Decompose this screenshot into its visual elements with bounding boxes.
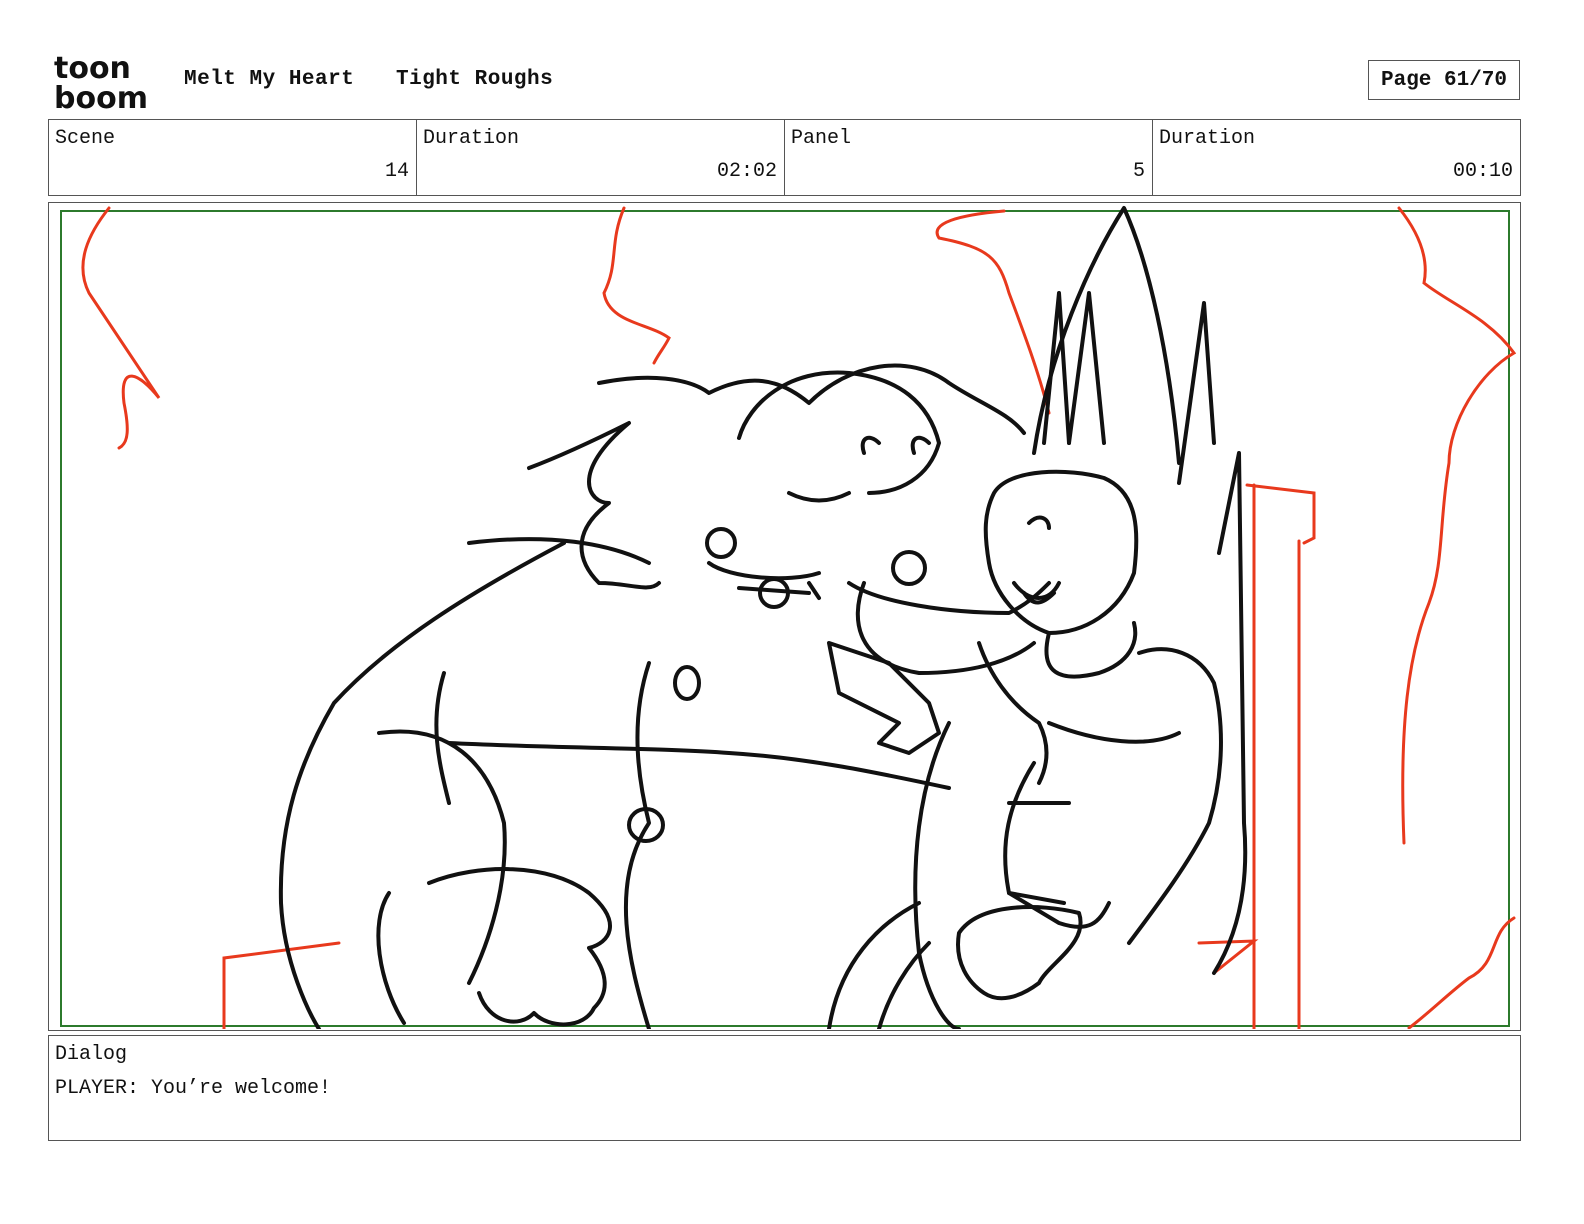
panel-duration-cell: Duration 00:10 — [1153, 120, 1520, 195]
background-sketch — [81, 206, 1517, 1029]
scene-duration-label: Duration — [423, 127, 520, 150]
svg-text:boom: boom — [54, 81, 148, 112]
panel-value: 5 — [1132, 160, 1145, 183]
scene-cell: Scene 14 — [49, 120, 417, 195]
scene-label: Scene — [55, 127, 116, 150]
dialog-text: PLAYER: You’re welcome! — [55, 1077, 332, 1100]
character-sketch — [278, 206, 1248, 1029]
toon-boom-logo: toon boom — [54, 52, 148, 112]
panel-duration-label: Duration — [1159, 127, 1256, 150]
page-indicator: Page 61/70 — [1368, 60, 1520, 100]
panel-duration-value: 00:10 — [1452, 160, 1513, 183]
panel-sketch — [81, 206, 1517, 1029]
project-title: Melt My Heart — [184, 68, 355, 91]
info-table: Scene 14 Duration 02:02 Panel 5 Duration… — [48, 119, 1521, 196]
dialog-box: Dialog PLAYER: You’re welcome! — [48, 1035, 1521, 1141]
storyboard-panel — [48, 202, 1521, 1031]
dialog-label: Dialog — [55, 1043, 128, 1066]
scene-value: 14 — [384, 160, 409, 183]
panel-label: Panel — [791, 127, 852, 150]
stage-title: Tight Roughs — [396, 68, 554, 91]
scene-duration-cell: Duration 02:02 — [417, 120, 785, 195]
panel-cell: Panel 5 — [785, 120, 1153, 195]
scene-duration-value: 02:02 — [716, 160, 777, 183]
